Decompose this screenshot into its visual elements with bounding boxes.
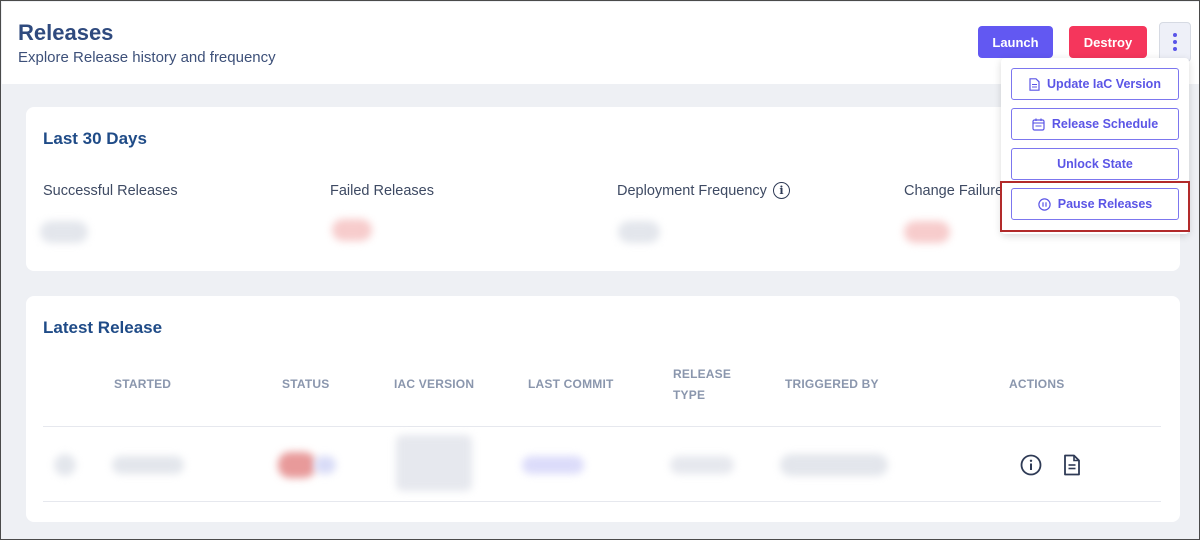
redacted-value (904, 221, 950, 243)
calendar-icon (1032, 118, 1045, 131)
menu-item-unlock-state[interactable]: Unlock State (1011, 148, 1179, 180)
menu-item-label: Release Schedule (1051, 117, 1159, 131)
document-icon (1029, 77, 1040, 91)
menu-item-pause-releases[interactable]: Pause Releases (1011, 188, 1179, 220)
stat-change-failure: Change Failure (904, 183, 1003, 199)
redacted-value (278, 452, 316, 478)
stat-label: Deployment Frequency (617, 182, 767, 199)
column-header-iac-version: IAC VERSION (394, 377, 475, 391)
table-divider (43, 426, 1161, 427)
actions-dropdown-menu: Update IaC Version Release Schedule Unlo… (1001, 58, 1189, 234)
document-icon[interactable] (1060, 453, 1084, 477)
column-header-started: STARTED (114, 377, 172, 391)
redacted-value (40, 221, 88, 243)
info-icon[interactable]: i (772, 182, 790, 199)
redacted-value (54, 454, 76, 476)
column-header-release-type: RELEASE TYPE (673, 367, 732, 402)
redacted-value (618, 221, 660, 243)
redacted-value (332, 219, 372, 241)
info-icon[interactable] (1019, 453, 1043, 477)
stat-label: Change Failure (904, 183, 1004, 199)
stat-successful-releases: Successful Releases (43, 183, 178, 199)
column-header-triggered-by: TRIGGERED BY (785, 377, 879, 391)
redacted-value (780, 454, 888, 476)
menu-item-update-iac-version[interactable]: Update IaC Version (1011, 68, 1179, 100)
kebab-vertical-icon[interactable] (1159, 22, 1191, 62)
menu-item-release-schedule[interactable]: Release Schedule (1011, 108, 1179, 140)
redacted-value (670, 456, 734, 474)
latest-release-title: Latest Release (43, 318, 163, 337)
stat-label: Failed Releases (330, 183, 434, 199)
stat-failed-releases: Failed Releases (330, 183, 434, 199)
column-header-actions: ACTIONS (1009, 377, 1065, 391)
latest-release-card: Latest Release STARTED STATUS IAC VERSIO… (26, 296, 1180, 522)
column-header-last-commit: LAST COMMIT (528, 377, 614, 391)
redacted-value (396, 435, 472, 491)
redacted-value (522, 456, 584, 474)
redacted-value (112, 456, 184, 474)
table-divider (43, 501, 1161, 502)
column-header-status: STATUS (282, 377, 330, 391)
destroy-button[interactable]: Destroy (1069, 26, 1147, 58)
menu-item-label: Pause Releases (1057, 197, 1153, 211)
app-frame: Releases Explore Release history and fre… (0, 0, 1200, 540)
menu-item-label: Update IaC Version (1047, 77, 1161, 91)
menu-item-label: Unlock State (1057, 157, 1133, 171)
page-title: Releases (18, 20, 114, 45)
pause-circle-icon (1038, 197, 1051, 211)
redacted-value (314, 456, 336, 474)
page-subtitle: Explore Release history and frequency (18, 49, 276, 66)
last-30-days-title: Last 30 Days (43, 129, 147, 148)
stat-deployment-frequency: Deployment Frequency i (617, 182, 790, 199)
stat-label: Successful Releases (43, 183, 178, 199)
launch-button[interactable]: Launch (978, 26, 1053, 58)
